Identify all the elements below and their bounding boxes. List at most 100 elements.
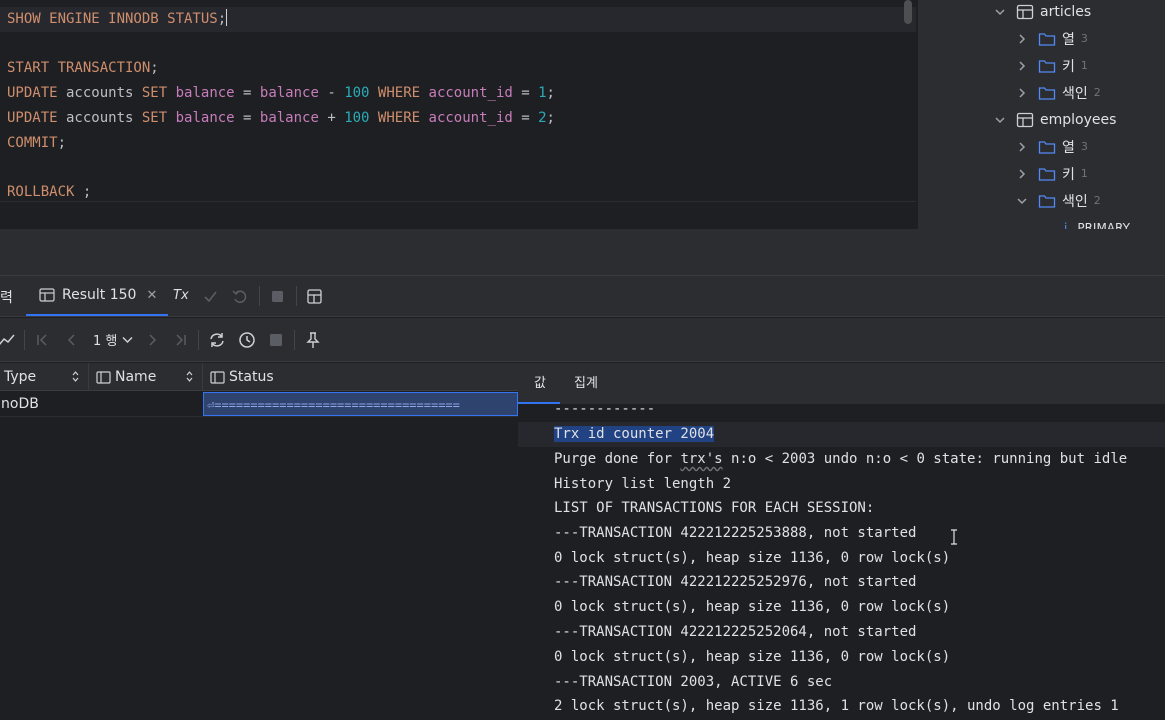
code-column: balance: [259, 85, 319, 101]
tree-node-columns[interactable]: 열3: [1016, 133, 1088, 160]
cell-type[interactable]: noDB: [0, 392, 89, 416]
sort-icon[interactable]: [72, 370, 79, 383]
rollback-icon[interactable]: [231, 288, 248, 305]
tree-node-articles[interactable]: articles: [994, 0, 1091, 25]
value-line: ---TRANSACTION 422212225253888, not star…: [554, 525, 917, 541]
tree-node-keys[interactable]: 키1: [1016, 52, 1088, 79]
code-number: 100: [344, 110, 370, 126]
tree-label: 색인: [1062, 85, 1088, 102]
code-text: accounts: [57, 85, 142, 101]
toolbar-separator: [259, 286, 260, 306]
code-punct: ;: [546, 85, 555, 101]
sql-editor[interactable]: SHOW ENGINE INNODB STATUS; START TRANSAC…: [0, 0, 916, 201]
code-text: =: [243, 110, 260, 126]
database-tree[interactable]: articles 열3 키1 색인 2 employees 열3 키1 색인 2 i…: [918, 0, 1165, 229]
chevron-down-icon[interactable]: [994, 6, 1006, 18]
code-keyword: UPDATE: [7, 110, 58, 126]
stop-icon[interactable]: [267, 331, 285, 349]
value-line: 0 lock struct(s), heap size 1136, 0 row …: [554, 649, 951, 665]
code-line-6[interactable]: COMMIT;: [7, 131, 66, 156]
code-column: balance: [259, 110, 319, 126]
table-icon: [1016, 4, 1034, 19]
code-line-8[interactable]: ROLLBACK ;: [7, 180, 91, 201]
panel-splitter[interactable]: [0, 229, 1165, 276]
stop-icon[interactable]: [269, 288, 286, 305]
code-line-5[interactable]: UPDATE accounts SET balance = balance + …: [7, 106, 555, 131]
transaction-mode-button[interactable]: Tx: [173, 288, 189, 303]
code-keyword: SET: [141, 110, 168, 126]
chevron-right-icon[interactable]: [1016, 60, 1028, 72]
tab-result[interactable]: Result 150 ✕: [26, 276, 168, 316]
code-keyword: WHERE: [369, 85, 429, 101]
next-page-icon[interactable]: [143, 331, 161, 349]
tree-node-indexes[interactable]: 색인 2: [1016, 79, 1101, 106]
tree-node-employees[interactable]: employees: [994, 106, 1116, 133]
folder-icon: [1038, 86, 1056, 100]
tree-label: 색인: [1062, 193, 1088, 210]
code-punct: ;: [57, 135, 67, 151]
page-size-select[interactable]: 1 행: [93, 330, 133, 349]
chevron-down-icon[interactable]: [994, 114, 1006, 126]
first-page-icon[interactable]: [34, 331, 52, 349]
value-line: 0 lock struct(s), heap size 1136, 0 row …: [554, 599, 951, 615]
table-icon: [39, 288, 55, 302]
history-icon[interactable]: [238, 331, 256, 349]
commit-check-icon[interactable]: [202, 288, 219, 305]
refresh-icon[interactable]: [208, 331, 226, 349]
results-toolbar: 1 행: [0, 318, 1165, 362]
tree-count: 3: [1080, 140, 1088, 153]
selected-text: Trx id counter 2004: [554, 426, 715, 442]
cell-name[interactable]: [89, 392, 203, 416]
tree-node-primary[interactable]: i PRIMARY: [1064, 214, 1130, 230]
close-icon[interactable]: ✕: [146, 288, 157, 303]
code-keyword: WHERE: [369, 110, 429, 126]
value-line: ---TRANSACTION 422212225252976, not star…: [554, 574, 917, 590]
editor-scrollbar[interactable]: [904, 0, 912, 24]
tree-label: 열: [1062, 139, 1075, 156]
chevron-right-icon[interactable]: [1016, 141, 1028, 153]
last-page-icon[interactable]: [171, 331, 189, 349]
code-line-3[interactable]: START TRANSACTION;: [7, 56, 159, 81]
column-header-type[interactable]: Type: [0, 363, 89, 391]
value-line: LIST OF TRANSACTIONS FOR EACH SESSION:: [554, 500, 875, 516]
column-header-status[interactable]: Status: [203, 363, 518, 391]
table-row[interactable]: noDB ⏎==================================: [0, 392, 518, 417]
code-column: balance: [167, 85, 244, 101]
tree-label: 키: [1062, 58, 1075, 75]
prev-page-icon[interactable]: [63, 331, 81, 349]
layout-icon[interactable]: [306, 288, 323, 305]
tree-node-columns[interactable]: 열3: [1016, 25, 1088, 52]
tree-count: 3: [1080, 32, 1088, 45]
chart-icon[interactable]: [0, 331, 16, 349]
value-text-span: n:o < 2003 undo n:o < 0 state: running b…: [722, 451, 1128, 467]
value-line: Purge done for trx's n:o < 2003 undo n:o…: [554, 447, 1127, 472]
folder-icon: [1038, 140, 1056, 154]
tree-node-indexes[interactable]: 색인 2: [1016, 187, 1101, 214]
column-header-name[interactable]: Name: [89, 363, 203, 391]
code-line-1[interactable]: SHOW ENGINE INNODB STATUS;: [0, 7, 916, 32]
tree-node-keys[interactable]: 키1: [1016, 160, 1088, 187]
tab-output[interactable]: 력: [0, 287, 13, 307]
value-line: ------------: [554, 401, 656, 417]
sort-icon[interactable]: [186, 370, 193, 383]
chevron-right-icon[interactable]: [1016, 33, 1028, 45]
code-text: =: [512, 110, 539, 126]
cell-status[interactable]: ⏎==================================: [203, 392, 518, 416]
tab-result-label: Result 150: [62, 287, 137, 303]
value-text[interactable]: ------------ Trx id counter 2004 Purge d…: [518, 401, 1165, 720]
code-number: 100: [344, 85, 370, 101]
value-line: Trx id counter 2004: [518, 422, 1165, 447]
pin-icon[interactable]: [304, 331, 322, 349]
result-grid[interactable]: Type Name Status noDB ⏎=================…: [0, 363, 518, 720]
toolbar-separator: [294, 330, 295, 350]
chevron-right-icon[interactable]: [1016, 168, 1028, 180]
code-column: account_id: [428, 110, 513, 126]
code-number: 1: [538, 85, 547, 101]
tree-label: 열: [1062, 31, 1075, 48]
chevron-down-icon[interactable]: [1016, 195, 1028, 207]
code-line-4[interactable]: UPDATE accounts SET balance = balance - …: [7, 81, 555, 106]
chevron-right-icon[interactable]: [1016, 87, 1028, 99]
code-number: 2: [538, 110, 547, 126]
value-viewer-panel: 값 집계 ------------ Trx id counter 2004 Pu…: [518, 363, 1165, 720]
value-line: ---TRANSACTION 2003, ACTIVE 6 sec: [554, 674, 833, 690]
